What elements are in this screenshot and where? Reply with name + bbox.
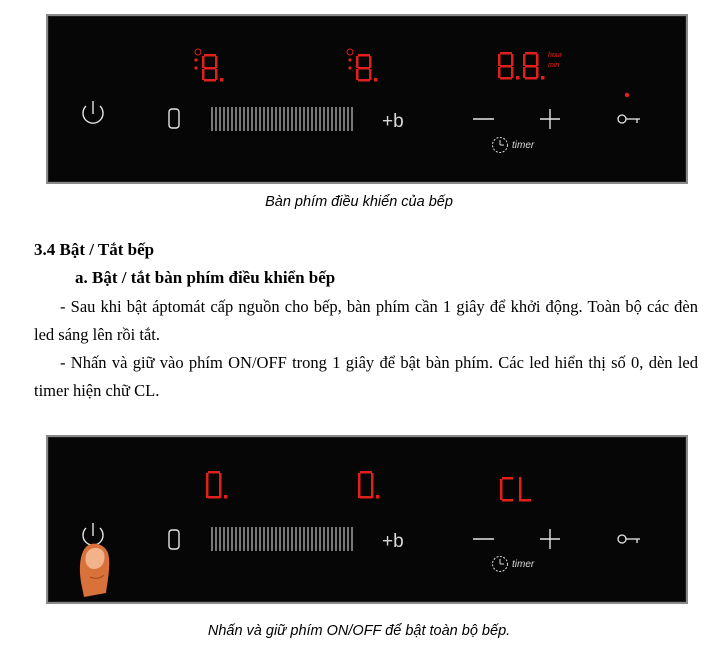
- zone2-display: [358, 471, 380, 499]
- control-panel-bottom: +b timer: [46, 435, 688, 604]
- zone1-heat-icon: [194, 48, 202, 70]
- zone2-heat-icon: [346, 48, 354, 70]
- caption-bottom: Nhấn và giữ phím ON/OFF để bật toàn bộ b…: [207, 623, 511, 639]
- subheading: a. Bật / tắt bàn phím điều khiển bếp: [75, 268, 336, 287]
- zone1-display: [202, 54, 224, 82]
- power-slider[interactable]: [211, 527, 353, 551]
- key-lock-button[interactable]: [617, 534, 640, 544]
- key-lock-button[interactable]: [617, 114, 640, 124]
- timer-clock-icon: [492, 137, 508, 153]
- paragraph-1: - Sau khi bật áptomát cấp nguồn cho bếp,…: [34, 297, 698, 344]
- key-icon: [617, 534, 627, 544]
- timer-label: timer: [512, 140, 535, 151]
- zero-button[interactable]: [168, 529, 180, 550]
- hour-label: hour: [548, 52, 563, 59]
- lock-indicator-led: [624, 92, 630, 98]
- plus-button[interactable]: [540, 529, 560, 549]
- section-heading: 3.4 Bật / Tắt bếp: [34, 240, 155, 259]
- power-slider[interactable]: [211, 107, 353, 131]
- paragraph-2: - Nhấn và giữ vào phím ON/OFF trong 1 gi…: [34, 353, 698, 400]
- zone1-display: [206, 471, 228, 499]
- timer-label: timer: [512, 559, 535, 570]
- timer-display: [500, 477, 531, 502]
- zero-button[interactable]: [168, 108, 180, 129]
- caption-top: Bàn phím điều khiển của bếp: [265, 194, 453, 210]
- timer-display: [498, 52, 545, 80]
- timer-clock-icon: [492, 556, 508, 572]
- control-panel-top: hour min +b timer: [46, 14, 688, 184]
- boost-button[interactable]: +b: [382, 111, 404, 132]
- key-icon: [617, 114, 627, 124]
- min-label: min: [548, 62, 559, 69]
- power-button[interactable]: [82, 523, 104, 546]
- power-button[interactable]: [82, 101, 104, 124]
- plus-button[interactable]: [540, 109, 560, 129]
- zone2-display: [356, 54, 378, 82]
- finger-illustration: [79, 543, 110, 597]
- boost-button[interactable]: +b: [382, 531, 404, 552]
